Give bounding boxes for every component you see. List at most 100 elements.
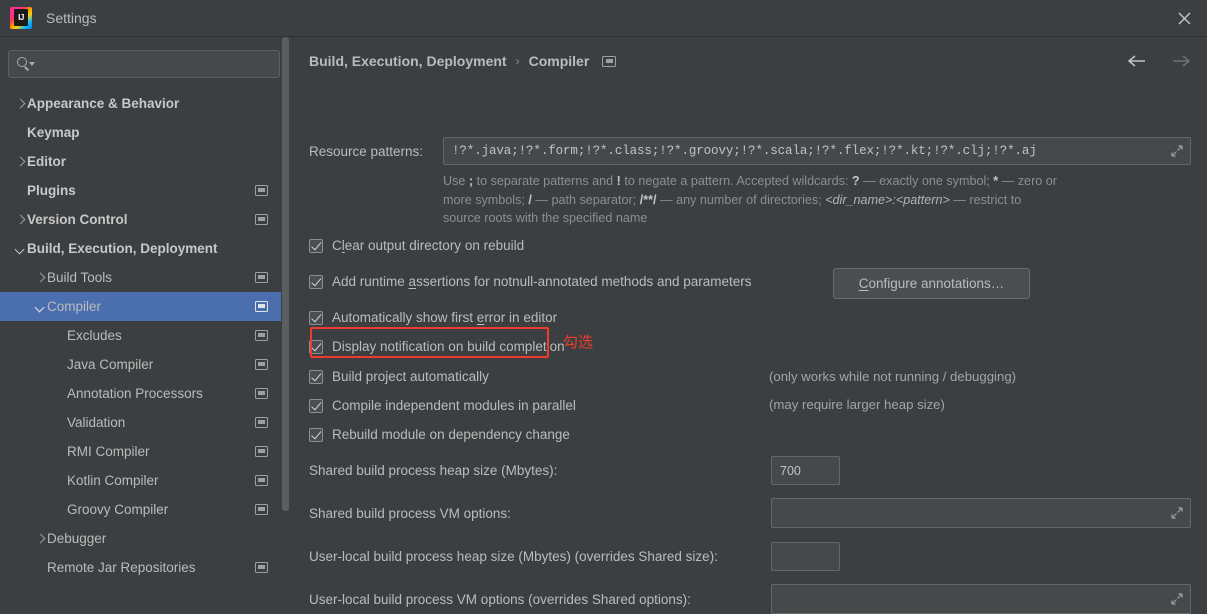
- expand-editor-icon[interactable]: [1171, 145, 1183, 157]
- sidebar-item-label: Appearance & Behavior: [27, 96, 180, 111]
- sidebar-item-groovy-compiler[interactable]: Groovy Compiler: [0, 495, 282, 524]
- sidebar-item-label: Build Tools: [47, 270, 113, 285]
- resource-patterns-input[interactable]: !?*.java;!?*.form;!?*.class;!?*.groovy;!…: [443, 137, 1191, 165]
- sidebar-item-compiler[interactable]: Compiler: [0, 292, 282, 321]
- sidebar-item-kotlin-compiler[interactable]: Kotlin Compiler: [0, 466, 282, 495]
- resource-patterns-value: !?*.java;!?*.form;!?*.class;!?*.groovy;!…: [452, 144, 1037, 158]
- checkbox-label: Rebuild module on dependency change: [332, 427, 570, 442]
- checkbox-automatically-show-first-error-in-editor[interactable]: Automatically show first error in editor: [309, 310, 557, 325]
- sidebar-item-version-control[interactable]: Version Control: [0, 205, 282, 234]
- arrow-right-icon[interactable]: [1170, 53, 1192, 73]
- checkbox-label-pre: Build project automatically: [332, 369, 489, 384]
- configure-annotations-button[interactable]: Configure annotations…: [833, 268, 1030, 299]
- checkbox-indicator[interactable]: [309, 339, 323, 354]
- sidebar-item-validation[interactable]: Validation: [0, 408, 282, 437]
- chevron-down-icon[interactable]: [34, 300, 47, 313]
- sidebar-item-label: Plugins: [27, 183, 76, 198]
- sidebar-item-keymap[interactable]: Keymap: [0, 118, 282, 147]
- sidebar-item-build-execution-deployment[interactable]: Build, Execution, Deployment: [0, 234, 282, 263]
- settings-sidebar: Appearance & Behavior Keymap Editor Plugins…: [0, 37, 290, 589]
- checkbox-indicator[interactable]: [309, 427, 323, 442]
- checkbox-indicator[interactable]: [309, 369, 323, 384]
- checkbox-label: Compile independent modules in parallel: [332, 398, 576, 413]
- checkbox-indicator[interactable]: [309, 310, 323, 325]
- chevron-right-icon[interactable]: [34, 532, 47, 545]
- checkbox-indicator[interactable]: [309, 274, 323, 289]
- local-vm-label: User-local build process VM options (ove…: [309, 592, 691, 607]
- arrow-left-icon[interactable]: [1126, 53, 1148, 73]
- sidebar-scrollbar-thumb[interactable]: [282, 37, 289, 511]
- checkbox-label-pre: Compile independent modules in parallel: [332, 398, 576, 413]
- sidebar-item-label: Keymap: [27, 125, 80, 140]
- search-input[interactable]: [37, 56, 279, 72]
- chevron-right-icon[interactable]: [34, 271, 47, 284]
- sidebar-item-rmi-compiler[interactable]: RMI Compiler: [0, 437, 282, 466]
- checkbox-display-notification-on-build-completion[interactable]: Display notification on build completion: [309, 339, 565, 354]
- checkbox-compile-independent-modules-in-parallel[interactable]: Compile independent modules in parallel: [309, 398, 576, 413]
- chevron-right-icon[interactable]: [14, 213, 27, 226]
- sidebar-item-label: Java Compiler: [67, 357, 154, 372]
- checkbox-label: Automatically show first error in editor: [332, 310, 557, 325]
- checkbox-label-pre: Add runtime: [332, 274, 409, 289]
- sidebar-item-plugins[interactable]: Plugins: [0, 176, 282, 205]
- project-scope-icon: [255, 417, 268, 428]
- checkbox-build-project-automatically[interactable]: Build project automatically: [309, 369, 489, 384]
- configure-annotations-label: onfigure annotations…: [868, 276, 1005, 291]
- breadcrumb-separator: ›: [515, 54, 520, 68]
- checkbox-label-post: ear output directory on rebuild: [344, 238, 525, 253]
- local-heap-input[interactable]: [771, 542, 840, 571]
- sidebar-item-java-compiler[interactable]: Java Compiler: [0, 350, 282, 379]
- project-scope-icon: [255, 359, 268, 370]
- search-box[interactable]: [8, 50, 280, 78]
- project-scope-icon: [255, 475, 268, 486]
- sidebar-item-label: Annotation Processors: [67, 386, 203, 401]
- checkbox-clear-output-directory-on-rebuild[interactable]: Clear output directory on rebuild: [309, 238, 524, 253]
- checkbox-label-post: ssertions for notnull-annotated methods …: [416, 274, 752, 289]
- sidebar-item-label: Editor: [27, 154, 66, 169]
- close-icon[interactable]: [1161, 0, 1207, 36]
- shared-heap-value: 700: [780, 463, 801, 478]
- shared-heap-input[interactable]: 700: [771, 456, 840, 485]
- sidebar-item-label: Validation: [67, 415, 126, 430]
- breadcrumb-root[interactable]: Build, Execution, Deployment: [309, 53, 507, 69]
- sidebar-item-annotation-processors[interactable]: Annotation Processors: [0, 379, 282, 408]
- sidebar-item-build-tools[interactable]: Build Tools: [0, 263, 282, 292]
- sidebar-item-debugger[interactable]: Debugger: [0, 524, 282, 553]
- checkbox-indicator[interactable]: [309, 238, 323, 253]
- expand-editor-icon[interactable]: [1171, 507, 1183, 519]
- configure-annotations-mnemonic: C: [858, 276, 869, 291]
- project-scope-icon: [255, 446, 268, 457]
- checkbox-add-runtime-assertions-for-notnull-annot[interactable]: Add runtime assertions for notnull-annot…: [309, 274, 752, 289]
- sidebar-item-label: Groovy Compiler: [67, 502, 169, 517]
- parallel-modules-note: (may require larger heap size): [769, 397, 945, 412]
- checkbox-label-post: rror in editor: [484, 310, 558, 325]
- sidebar-item-remote-jar-repositories[interactable]: Remote Jar Repositories: [0, 553, 282, 582]
- checkbox-rebuild-module-on-dependency-change[interactable]: Rebuild module on dependency change: [309, 427, 570, 442]
- search-icon: [17, 57, 37, 71]
- navigation-arrows: [1126, 53, 1192, 73]
- settings-tree: Appearance & Behavior Keymap Editor Plugins…: [0, 89, 282, 589]
- sidebar-item-excludes[interactable]: Excludes: [0, 321, 282, 350]
- checkbox-indicator[interactable]: [309, 398, 323, 413]
- project-scope-icon: [255, 272, 268, 283]
- sidebar-item-appearance-behavior[interactable]: Appearance & Behavior: [0, 89, 282, 118]
- breadcrumb-current: Compiler: [528, 53, 590, 69]
- chevron-right-icon[interactable]: [14, 97, 27, 110]
- chevron-down-icon[interactable]: [14, 242, 27, 255]
- resource-patterns-hint: Use ; to separate patterns and ! to nega…: [443, 174, 1057, 225]
- shared-vm-input[interactable]: [771, 498, 1191, 528]
- sidebar-item-editor[interactable]: Editor: [0, 147, 282, 176]
- checkbox-label: Add runtime assertions for notnull-annot…: [332, 274, 752, 289]
- chevron-right-icon[interactable]: [14, 155, 27, 168]
- expand-editor-icon[interactable]: [1171, 593, 1183, 605]
- checkbox-label: Build project automatically: [332, 369, 489, 384]
- project-scope-icon: [255, 185, 268, 196]
- resource-patterns-label: Resource patterns:: [309, 144, 424, 159]
